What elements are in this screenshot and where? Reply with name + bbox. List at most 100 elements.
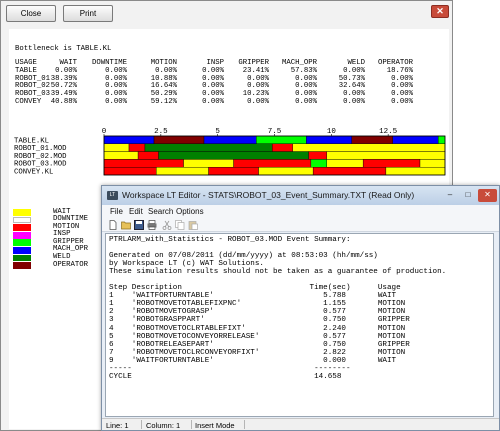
editor-line: PTRLARM_with_Statistics - ROBOT_03.MOD E… <box>109 236 351 244</box>
editor-line: 1 'WAITFORTURNTABLE' 5.788 WAIT <box>109 292 397 301</box>
timeline-segment <box>103 151 139 160</box>
timeline-segment <box>306 135 352 145</box>
editor-title-bar[interactable]: LT Workspace LT Editor - STATS\ROBOT_03_… <box>102 186 499 205</box>
open-folder-icon[interactable] <box>121 220 131 230</box>
timeline-segment <box>310 159 327 168</box>
stats-cell: 40.88% <box>50 98 77 106</box>
editor-line: 1 'ROBOTMOVETOTABLEFIXPNC' 1.155 MOTION <box>109 300 406 309</box>
stats-cell: 0.00% <box>295 98 317 106</box>
legend-swatch <box>13 209 31 216</box>
stats-cell: CONVEY <box>15 98 42 106</box>
timeline-segment <box>103 159 184 168</box>
legend-swatch <box>13 216 31 224</box>
close-icon[interactable]: ✕ <box>478 189 497 202</box>
editor-title: Workspace LT Editor - STATS\ROBOT_03_Eve… <box>122 190 415 200</box>
timeline-segment <box>326 151 446 160</box>
timeline-segment <box>203 135 257 145</box>
timeline-segment <box>137 151 159 160</box>
timeline-segment <box>326 159 364 168</box>
status-separator <box>141 420 142 429</box>
row-label: TABLE.KL <box>14 137 49 145</box>
menu-file[interactable]: File <box>110 207 123 216</box>
editor-line: CYCLE 14.658 <box>109 372 342 381</box>
menu-edit[interactable]: Edit <box>129 207 143 216</box>
timeline-segment <box>385 167 446 176</box>
status-line: Line: 1 <box>106 420 129 430</box>
timeline-segment <box>272 143 293 152</box>
row-label: ROBOT_02.MOD <box>14 153 67 161</box>
timeline-segment <box>103 167 157 176</box>
status-column: Column: 1 <box>146 420 181 430</box>
timeline-segment <box>103 143 130 152</box>
status-bar: Line: 1 Column: 1 Insert Mode <box>102 418 499 430</box>
timeline-segment <box>153 135 205 145</box>
editor-line: 4 'ROBOTMOVETOCLRTABLEFIXT' 2.240 MOTION <box>109 324 406 333</box>
stats-cell: 0.00% <box>202 98 224 106</box>
close-button[interactable]: Close <box>6 5 56 22</box>
cut-icon[interactable] <box>162 220 172 230</box>
paste-icon[interactable] <box>188 220 198 230</box>
editor-line: 5 'ROBOTMOVETOCONVEYORRELEASE' 0.577 MOT… <box>109 332 406 341</box>
timeline-segment <box>128 143 146 152</box>
legend-label: OPERATOR <box>53 260 89 269</box>
timeline-segment <box>308 151 327 160</box>
legend-swatch <box>13 262 31 269</box>
editor-line: 2 'ROBOTMOVETOGRASP' 0.577 MOTION <box>109 308 406 317</box>
menu-bar: File Edit Search Options <box>102 205 499 218</box>
timeline-segment <box>233 159 312 168</box>
stats-cell: 0.00% <box>343 98 365 106</box>
editor-window: LT Workspace LT Editor - STATS\ROBOT_03_… <box>101 185 500 431</box>
timeline-segment <box>292 143 446 152</box>
legend-swatch <box>13 224 31 231</box>
new-file-icon[interactable] <box>108 220 118 230</box>
editor-line: 6 'ROBOTRELEASEPART' 0.750 GRIPPER <box>109 340 410 349</box>
legend-swatch <box>13 246 31 254</box>
editor-line: Generated on 07/08/2011 (dd/mm/yyyy) at … <box>109 252 378 261</box>
editor-line: 9 'WAITFORTURNTABLE' 0.000 WAIT <box>109 356 397 365</box>
print-button[interactable]: Print <box>63 5 113 22</box>
legend-swatch <box>13 239 31 247</box>
timeline-segment <box>258 167 314 176</box>
timeline-segment <box>437 135 446 145</box>
stats-cell: 0.00% <box>247 98 269 106</box>
legend-swatch <box>13 231 31 239</box>
row-label: ROBOT_01.MOD <box>14 145 67 153</box>
editor-line: 7 'ROBOTMOVETOCLRCONVEYORFIXT' 2.822 MOT… <box>109 348 406 357</box>
toolbar <box>102 218 499 232</box>
timeline-segment <box>103 135 155 145</box>
timeline-segment <box>156 167 209 176</box>
editor-content: PTRLARM_with_Statistics - ROBOT_03.MOD E… <box>109 236 446 381</box>
app-icon: LT <box>107 191 118 200</box>
window-close-icon[interactable]: ✕ <box>431 5 449 18</box>
editor-line: 3 'ROBOTGRASPPART' 0.750 GRIPPER <box>109 316 410 325</box>
copy-icon[interactable] <box>175 220 185 230</box>
timeline-segment <box>183 159 234 168</box>
timeline-segment <box>351 135 393 145</box>
bottleneck-text: Bottleneck is TABLE.KL <box>15 45 112 53</box>
timeline-segment <box>419 159 446 168</box>
status-separator <box>244 420 245 429</box>
timeline-segment <box>256 135 307 145</box>
menu-search[interactable]: Search <box>148 207 173 216</box>
menu-options[interactable]: Options <box>176 207 204 216</box>
timeline-segment <box>392 135 439 145</box>
timeline-segment <box>208 167 259 176</box>
maximize-icon[interactable]: □ <box>459 189 477 202</box>
timeline-segment <box>158 151 309 160</box>
row-label: ROBOT_03.MOD <box>14 161 67 169</box>
timeline-segment <box>144 143 273 152</box>
editor-text-area[interactable]: PTRLARM_with_Statistics - ROBOT_03.MOD E… <box>105 233 494 417</box>
editor-line: by Workspace LT (c) WAT Solutions. <box>109 260 264 269</box>
legend-swatch <box>13 254 31 262</box>
status-separator <box>191 420 192 429</box>
stats-cell: 59.12% <box>150 98 177 106</box>
save-icon[interactable] <box>134 220 144 230</box>
row-label: CONVEY.KL <box>14 169 53 177</box>
editor-line: These simulation results should not be t… <box>109 268 447 277</box>
status-mode: Insert Mode <box>195 420 235 430</box>
editor-line: Step Description Time(sec) Usage <box>109 284 401 293</box>
print-icon[interactable] <box>147 220 157 230</box>
minimize-icon[interactable]: – <box>441 189 459 202</box>
